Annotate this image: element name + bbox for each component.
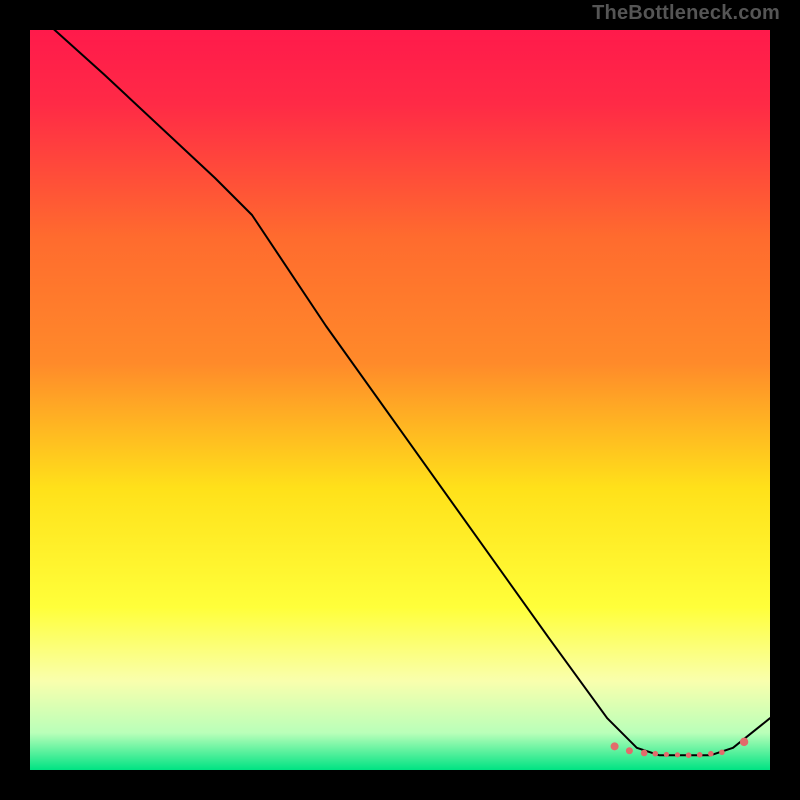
data-marker <box>740 738 748 746</box>
chart-frame: TheBottleneck.com <box>0 0 800 800</box>
data-marker <box>626 747 633 754</box>
data-marker <box>611 742 619 750</box>
data-marker <box>686 752 692 758</box>
gradient-background <box>30 30 770 770</box>
chart-svg <box>30 30 770 770</box>
plot-area <box>30 30 770 770</box>
data-marker <box>653 751 659 757</box>
data-marker <box>675 752 680 757</box>
data-marker <box>697 752 703 758</box>
data-marker <box>641 750 648 757</box>
data-marker <box>664 752 669 757</box>
data-marker <box>719 749 725 755</box>
watermark-text: TheBottleneck.com <box>592 2 780 25</box>
data-marker <box>708 751 714 757</box>
